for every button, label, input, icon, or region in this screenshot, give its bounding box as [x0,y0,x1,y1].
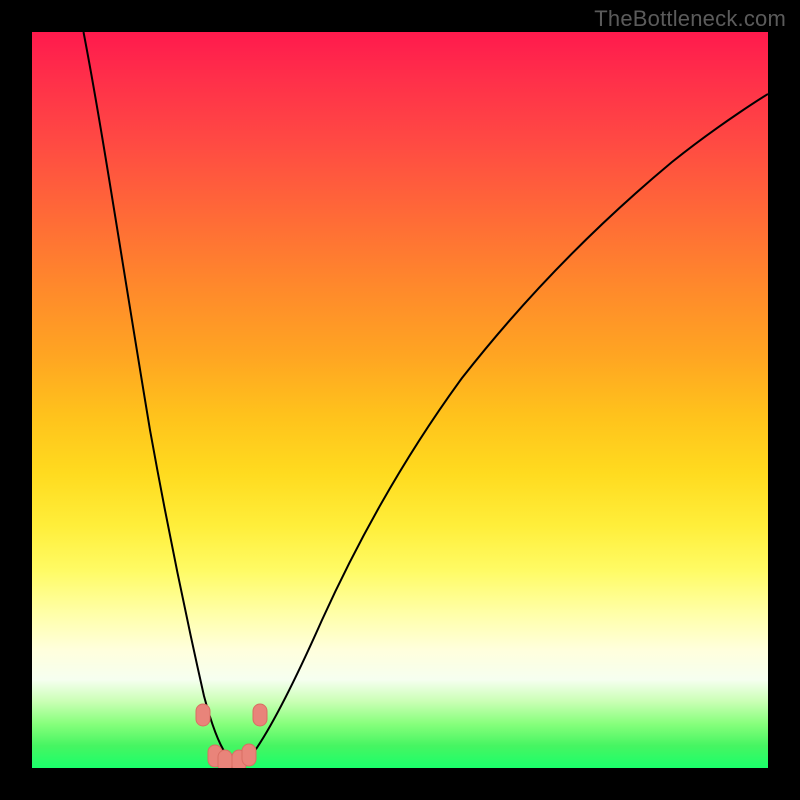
chart-frame: TheBottleneck.com [0,0,800,800]
marker-dot [253,704,267,726]
watermark-text: TheBottleneck.com [594,6,786,32]
curve-markers [196,704,267,768]
marker-dot [218,750,232,768]
bottleneck-curve [84,32,769,762]
plot-area [32,32,768,768]
marker-dot [196,704,210,726]
curve-layer [32,32,768,768]
marker-dot [242,744,256,766]
